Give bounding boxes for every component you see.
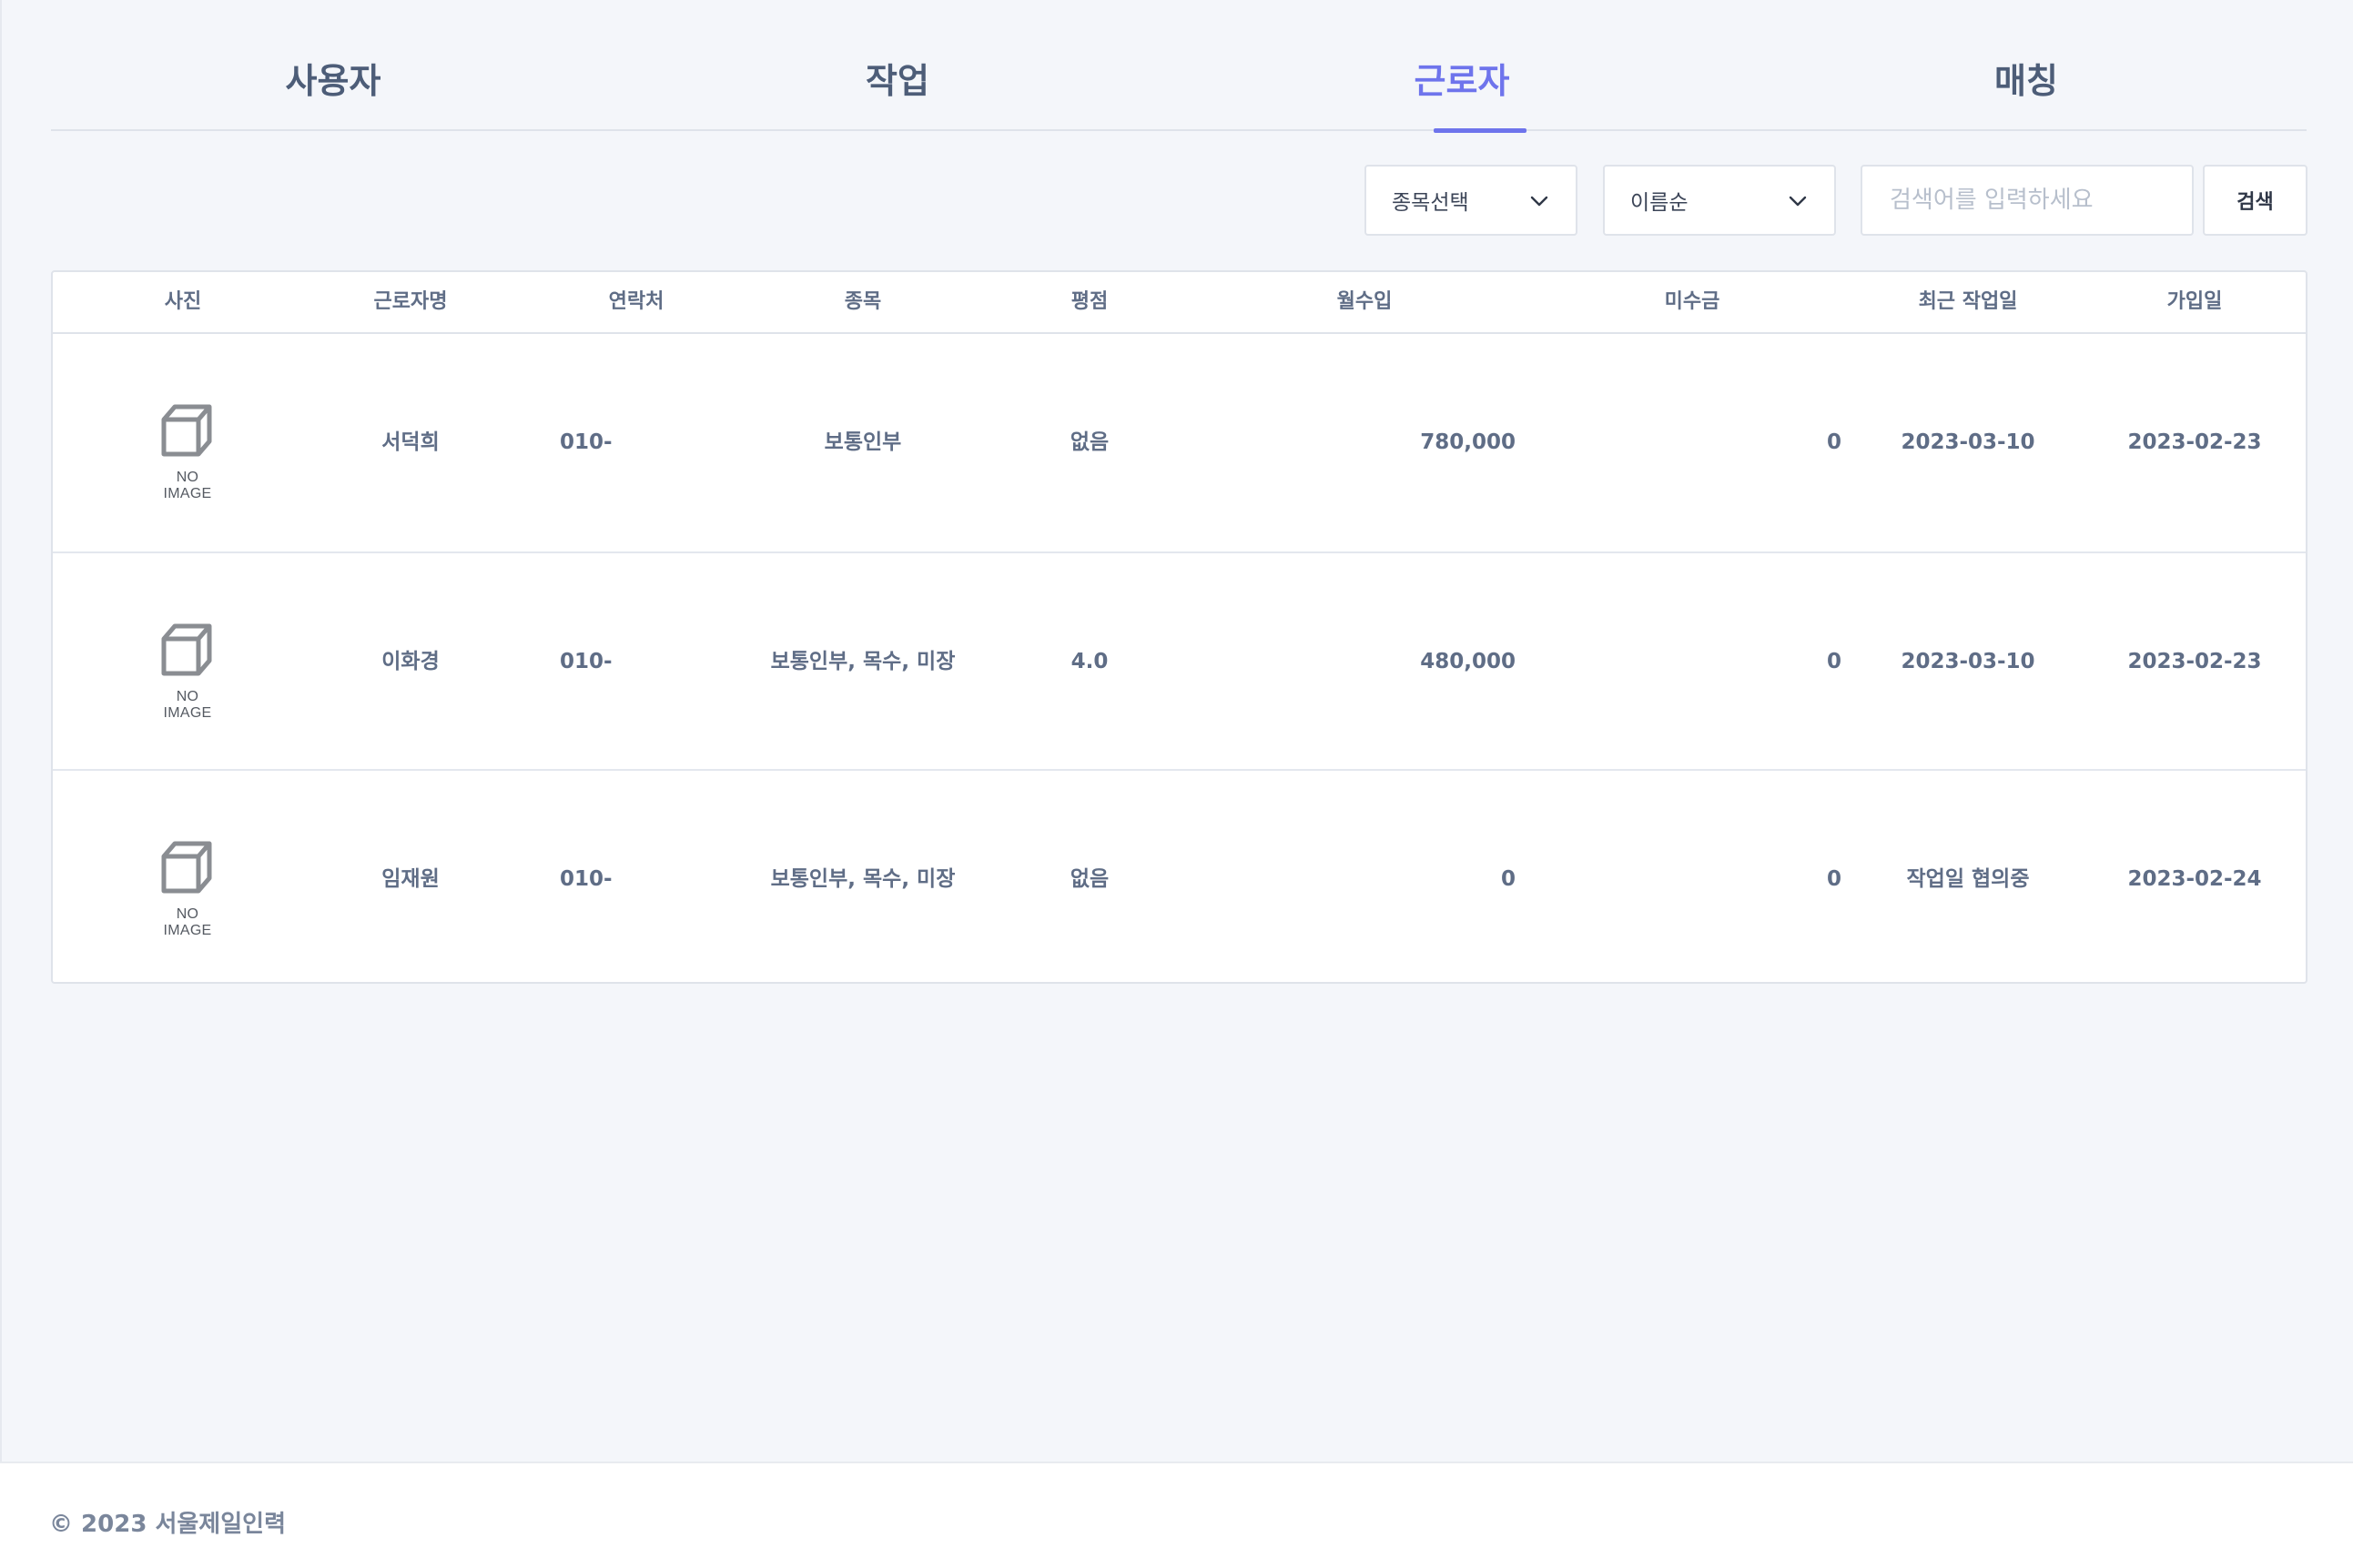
tab-users[interactable]: 사용자	[51, 53, 615, 131]
worker-joined: 2023-02-24	[2127, 867, 2262, 891]
worker-phone: 010-	[560, 867, 613, 891]
tab-matching[interactable]: 매칭	[1744, 53, 2308, 131]
cube-icon	[161, 623, 212, 676]
search-input[interactable]	[1861, 165, 2194, 236]
no-image-label: NO IMAGE	[163, 470, 212, 501]
worker-rating: 없음	[1070, 430, 1110, 454]
sort-select-value: 이름순	[1630, 191, 1689, 215]
active-tab-indicator	[1434, 128, 1526, 133]
header-phone: 연락처	[608, 290, 664, 313]
footer-copyright: © 2023 서울제일인력	[49, 1511, 286, 1538]
worker-joined: 2023-02-23	[2127, 650, 2262, 673]
worker-monthly-income: 0	[1500, 867, 1516, 891]
header-recent-work: 최근 작업일	[1918, 290, 2018, 313]
workers-table: 사진 근로자명 연락처 종목 평점 월수입 미수금 최근 작업일 가입일 NO …	[51, 270, 2307, 984]
tab-matching-label: 매칭	[1994, 61, 2058, 101]
tab-jobs[interactable]: 작업	[615, 53, 1180, 131]
worker-rating: 없음	[1070, 867, 1110, 891]
footer: © 2023 서울제일인력	[0, 1462, 2353, 1568]
worker-category: 보통인부, 목수, 미장	[770, 867, 956, 891]
main-area: 사용자 작업 근로자 매칭 종목선택 이름순 검색 사진 근로자명 연락처	[0, 0, 2353, 1462]
worker-name: 이화경	[381, 650, 440, 673]
worker-name: 임재원	[381, 867, 440, 891]
worker-recent-work: 2023-03-10	[1901, 650, 2035, 673]
header-photo: 사진	[164, 290, 202, 313]
worker-unpaid: 0	[1826, 867, 1841, 891]
worker-category: 보통인부, 목수, 미장	[770, 650, 956, 673]
worker-unpaid: 0	[1826, 430, 1841, 454]
header-monthly-income: 월수입	[1336, 290, 1393, 313]
search-button[interactable]: 검색	[2203, 165, 2307, 236]
tab-workers[interactable]: 근로자	[1180, 53, 1744, 133]
no-image-label: NO IMAGE	[163, 906, 212, 938]
worker-recent-work: 2023-03-10	[1901, 430, 2035, 454]
header-joined: 가입일	[2166, 290, 2223, 313]
table-row[interactable]: NO IMAGE 임재원 010- 보통인부, 목수, 미장 없음 0 0 작업…	[53, 769, 2306, 986]
header-category: 종목	[844, 290, 882, 313]
worker-joined: 2023-02-23	[2127, 430, 2262, 454]
chevron-down-icon	[1530, 196, 1548, 207]
worker-recent-work: 작업일 협의중	[1906, 867, 2030, 891]
worker-monthly-income: 480,000	[1420, 650, 1516, 673]
worker-monthly-income: 780,000	[1420, 430, 1516, 454]
worker-phone: 010-	[560, 430, 613, 454]
tab-users-label: 사용자	[285, 61, 381, 101]
cube-icon	[161, 841, 212, 894]
chevron-down-icon	[1789, 196, 1807, 207]
category-select-value: 종목선택	[1392, 191, 1469, 215]
no-image-placeholder: NO IMAGE	[151, 836, 224, 938]
tab-workers-label: 근로자	[1414, 61, 1510, 101]
no-image-placeholder: NO IMAGE	[151, 619, 224, 721]
table-row[interactable]: NO IMAGE 서덕희 010- 보통인부 없음 780,000 0 2023…	[53, 334, 2306, 551]
category-select[interactable]: 종목선택	[1364, 165, 1577, 236]
header-name: 근로자명	[373, 290, 448, 313]
header-rating: 평점	[1070, 290, 1109, 313]
table-row[interactable]: NO IMAGE 이화경 010- 보통인부, 목수, 미장 4.0 480,0…	[53, 551, 2306, 769]
no-image-placeholder: NO IMAGE	[151, 400, 224, 501]
header-unpaid: 미수금	[1664, 290, 1720, 313]
tab-bar: 사용자 작업 근로자 매칭	[51, 0, 2308, 133]
no-image-label: NO IMAGE	[163, 689, 212, 721]
worker-phone: 010-	[560, 650, 613, 673]
cube-icon	[161, 404, 212, 457]
table-header: 사진 근로자명 연락처 종목 평점 월수입 미수금 최근 작업일 가입일	[53, 272, 2306, 334]
worker-unpaid: 0	[1826, 650, 1841, 673]
worker-rating: 4.0	[1070, 650, 1109, 673]
sort-select[interactable]: 이름순	[1603, 165, 1836, 236]
worker-category: 보통인부	[824, 430, 902, 454]
worker-name: 서덕희	[381, 430, 440, 454]
tab-jobs-label: 작업	[866, 61, 929, 101]
